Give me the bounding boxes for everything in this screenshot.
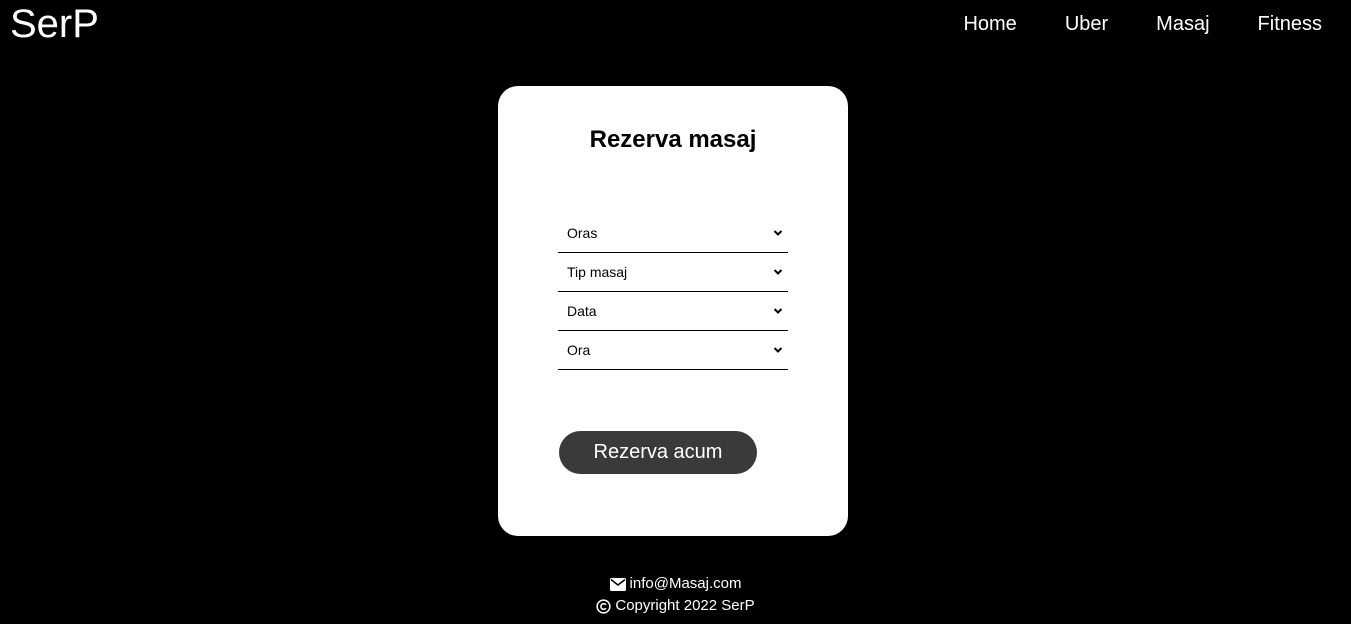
footer-copyright: Copyright 2022 SerP — [0, 595, 1351, 617]
date-select-label: Data — [567, 303, 597, 319]
nav-uber[interactable]: Uber — [1065, 12, 1108, 36]
footer-email-text[interactable]: info@Masaj.com — [630, 573, 742, 595]
main-nav: Home Uber Masaj Fitness — [963, 12, 1322, 36]
nav-home[interactable]: Home — [963, 12, 1016, 36]
footer-email: info@Masaj.com — [0, 573, 1351, 595]
city-select-label: Oras — [567, 225, 598, 241]
massage-type-select[interactable]: Tip masaj — [558, 253, 788, 292]
nav-fitness[interactable]: Fitness — [1258, 12, 1322, 36]
envelope-icon — [609, 577, 626, 591]
booking-card: Rezerva masaj Oras Tip masaj Data Ora Re… — [498, 86, 848, 536]
nav-masaj[interactable]: Masaj — [1156, 12, 1209, 36]
footer-copyright-text: Copyright 2022 SerP — [615, 597, 755, 614]
date-select[interactable]: Data — [558, 292, 788, 331]
time-select[interactable]: Ora — [558, 331, 788, 370]
booking-form: Oras Tip masaj Data Ora — [558, 214, 788, 370]
page: SerP Home Uber Masaj Fitness Rezerva mas… — [0, 0, 1351, 624]
copyright-icon — [596, 598, 612, 614]
chevron-down-icon — [773, 308, 783, 314]
chevron-down-icon — [773, 347, 783, 353]
book-now-button[interactable]: Rezerva acum — [559, 431, 757, 474]
chevron-down-icon — [773, 230, 783, 236]
site-logo[interactable]: SerP — [10, 2, 99, 46]
city-select[interactable]: Oras — [558, 214, 788, 253]
card-title: Rezerva masaj — [589, 126, 757, 153]
time-select-label: Ora — [567, 342, 591, 358]
footer: info@Masaj.com Copyright 2022 SerP — [0, 573, 1351, 617]
chevron-down-icon — [773, 269, 783, 275]
massage-type-select-label: Tip masaj — [567, 264, 628, 280]
